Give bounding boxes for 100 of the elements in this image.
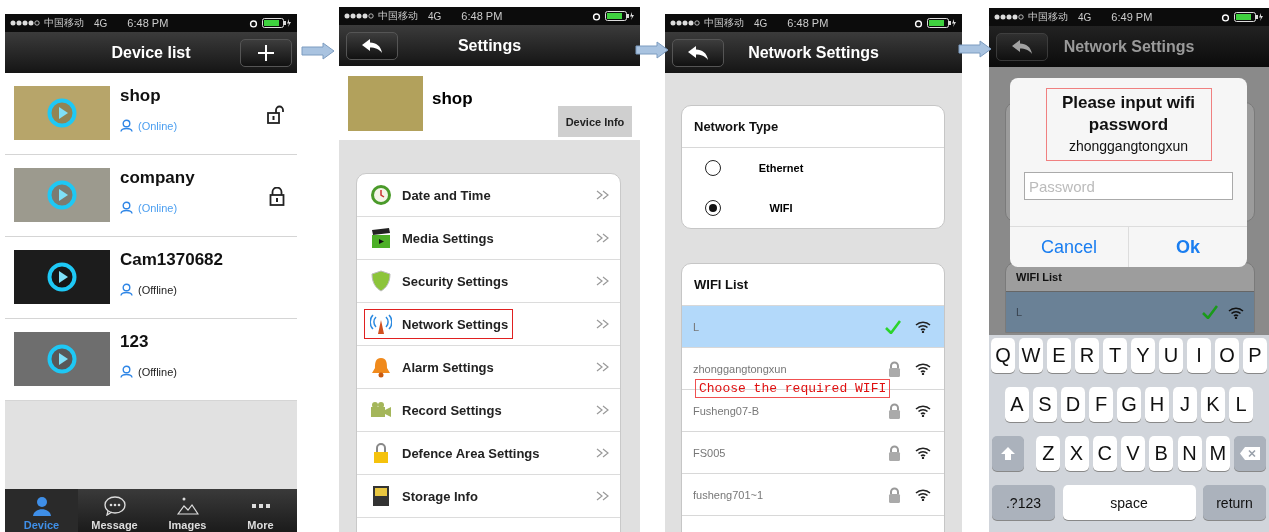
letter-key[interactable]: X [1064, 436, 1089, 471]
letter-key[interactable]: A [1005, 387, 1029, 422]
back-arrow-icon[interactable] [687, 44, 709, 61]
letter-key[interactable]: O [1215, 338, 1239, 373]
back-arrow-icon[interactable] [1011, 38, 1033, 55]
shield-icon [370, 270, 392, 292]
letter-key[interactable]: V [1121, 436, 1145, 471]
tab[interactable]: Device [5, 489, 78, 532]
flow-arrow [301, 42, 335, 60]
dialog-title: Please input wifi password [1060, 92, 1197, 137]
settings-label: Media Settings [402, 230, 494, 246]
carrier-name: 中国移动 [1028, 10, 1068, 24]
letter-key[interactable]: S [1033, 387, 1057, 422]
letter-key[interactable]: T [1103, 338, 1127, 373]
settings-item[interactable]: Record Settings [357, 389, 620, 432]
wifi-icon [915, 404, 931, 417]
letter-key[interactable]: H [1145, 387, 1169, 422]
plus-icon[interactable] [258, 44, 274, 61]
numbers-key[interactable]: .?123 [992, 485, 1055, 520]
screen-title: Network Settings [1063, 37, 1195, 56]
letter-key[interactable]: W [1019, 338, 1043, 373]
return-key[interactable]: return [1203, 485, 1266, 520]
image-icon[interactable] [176, 496, 199, 516]
letter-key[interactable]: M [1205, 436, 1230, 471]
settings-item[interactable]: Storage Info [357, 475, 620, 518]
wifi-icon [915, 488, 931, 501]
screen-title: Settings [457, 36, 522, 55]
settings-item[interactable]: Media Settings [357, 217, 620, 260]
back-arrow-icon[interactable] [361, 37, 383, 54]
letter-key[interactable]: Y [1131, 338, 1155, 373]
device-name: 123 [120, 332, 150, 352]
flow-arrow [958, 40, 992, 58]
space-key[interactable]: space [1062, 485, 1196, 520]
alarm-icon [592, 11, 601, 21]
option-label: WIFI [768, 202, 794, 214]
settings-label: Defence Area Settings [402, 445, 540, 461]
annotation-tooltip: Choose the required WIFI [695, 379, 891, 398]
settings-item[interactable]: Defence Area Settings [357, 432, 620, 475]
device-status: (Offline) [138, 283, 177, 296]
screen-title: Device list [111, 43, 191, 62]
tab[interactable]: Images [151, 489, 224, 532]
letter-key[interactable]: F [1089, 387, 1113, 422]
letter-key[interactable]: P [1243, 338, 1267, 373]
letter-key[interactable]: R [1075, 338, 1099, 373]
user-icon [120, 283, 133, 296]
chat-bubble-icon[interactable] [103, 496, 126, 516]
letter-key[interactable]: N [1177, 436, 1202, 471]
battery-icon [927, 18, 957, 28]
chevron-icon [596, 276, 610, 286]
letter-key[interactable]: Z [1036, 436, 1061, 471]
letter-key[interactable]: Q [991, 338, 1015, 373]
password-field[interactable]: Password [1024, 172, 1233, 201]
status-time: 6:48 PM [787, 17, 829, 29]
letter-key[interactable]: C [1092, 436, 1117, 471]
wifi-icon [1228, 305, 1244, 319]
device-status: (Online) [138, 201, 178, 214]
chevron-icon [596, 448, 610, 458]
alarm-icon [249, 18, 258, 28]
settings-item[interactable]: Date and Time [357, 174, 620, 217]
device-name: Cam1370682 [120, 250, 225, 270]
device-info-button[interactable]: Device Info [558, 106, 632, 137]
bell-icon [370, 356, 392, 378]
device-status: (Online) [138, 119, 178, 132]
letter-key[interactable]: E [1047, 338, 1071, 373]
tab[interactable]: More [224, 489, 297, 532]
letter-key[interactable]: G [1117, 387, 1141, 422]
back-button[interactable] [672, 38, 724, 67]
network-type: 4G [754, 17, 768, 29]
card-heading: Network Type [682, 106, 944, 148]
back-button[interactable] [996, 32, 1048, 61]
person-icon[interactable] [31, 496, 52, 516]
settings-item[interactable]: Network Settings [357, 303, 620, 346]
back-button[interactable] [346, 31, 398, 60]
network-type: 4G [428, 10, 442, 22]
wifi-icon [915, 320, 931, 333]
tab[interactable]: Message [78, 489, 151, 532]
photo-placeholder[interactable] [14, 250, 110, 304]
device-name: shop [432, 89, 473, 109]
signal-icon [344, 13, 374, 19]
antenna-icon [370, 313, 392, 335]
letter-key[interactable]: I [1187, 338, 1211, 373]
status-time: 6:48 PM [461, 10, 503, 22]
letter-key[interactable]: L [1229, 387, 1253, 422]
status-time: 6:48 PM [127, 17, 169, 29]
wifi-icon [915, 362, 931, 375]
chevron-icon [596, 319, 610, 329]
letter-key[interactable]: B [1149, 436, 1174, 471]
letter-key[interactable]: U [1159, 338, 1183, 373]
carrier-name: 中国移动 [44, 16, 84, 30]
letter-key[interactable]: K [1201, 387, 1225, 422]
letter-key[interactable]: J [1173, 387, 1197, 422]
ok-button[interactable]: Ok [1128, 227, 1247, 267]
carrier-name: 中国移动 [704, 16, 744, 30]
battery-icon [605, 11, 635, 21]
settings-item[interactable]: Alarm Settings [357, 346, 620, 389]
settings-item[interactable]: Security Settings [357, 260, 620, 303]
add-button[interactable] [240, 38, 292, 67]
play-icon[interactable] [47, 262, 77, 292]
letter-key[interactable]: D [1061, 387, 1085, 422]
signal-icon [994, 14, 1024, 20]
